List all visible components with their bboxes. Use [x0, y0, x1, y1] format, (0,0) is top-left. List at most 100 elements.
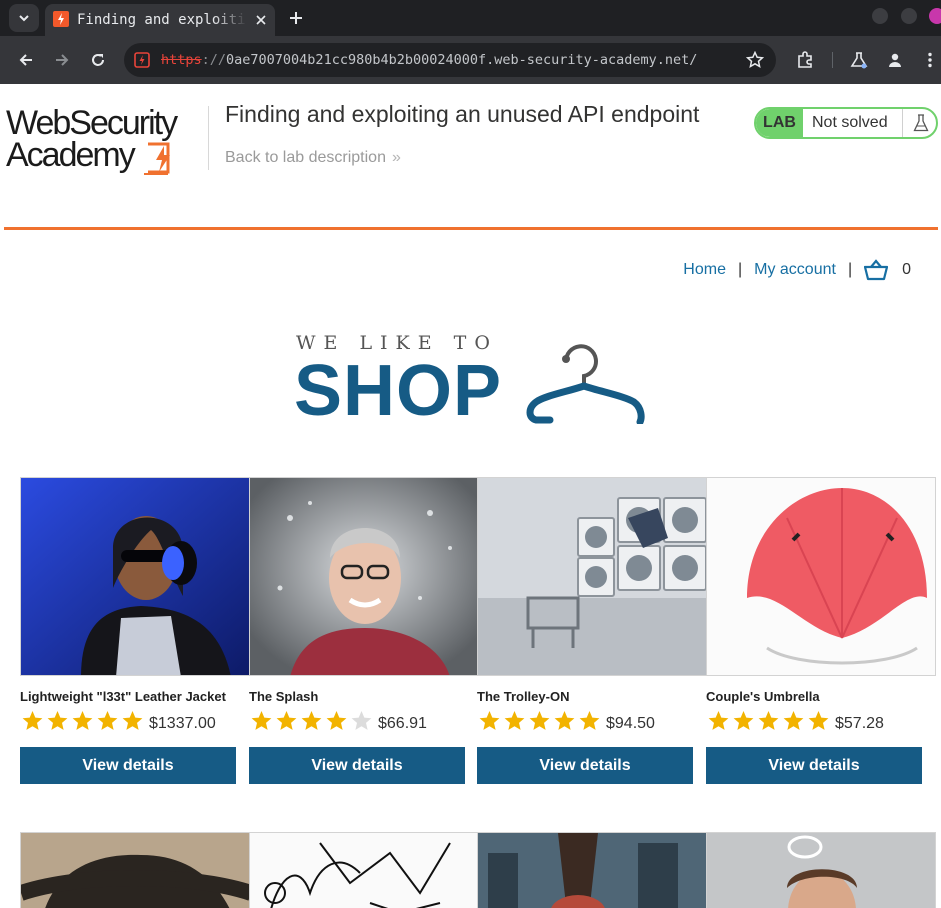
- lab-status-widget: LAB Not solved: [754, 107, 938, 139]
- lab-title: Finding and exploiting an unused API end…: [225, 101, 700, 127]
- nav-separator: |: [737, 261, 743, 278]
- product-image[interactable]: [477, 832, 707, 908]
- star-icon: [301, 711, 322, 730]
- view-details-button[interactable]: View details: [20, 747, 236, 784]
- nav-my-account-link[interactable]: My account: [754, 261, 836, 279]
- logo-text-line1: WebSecurity: [6, 104, 178, 142]
- web-security-academy-logo[interactable]: WebSecurity Academy: [4, 104, 209, 178]
- star-icon: [758, 711, 779, 730]
- banner-shop-word: SHOP: [294, 351, 503, 431]
- star-icon: [251, 711, 272, 730]
- tab-search-button[interactable]: [9, 4, 39, 32]
- url-separator: ://: [201, 52, 227, 68]
- star-icon: [733, 711, 754, 730]
- flask-icon: [902, 109, 936, 137]
- product-price: $66.91: [378, 715, 427, 732]
- star-icon: [783, 711, 804, 730]
- view-details-button[interactable]: View details: [706, 747, 922, 784]
- star-icon: [479, 711, 500, 730]
- star-icon: [504, 711, 525, 730]
- window-close-button[interactable]: [929, 8, 941, 24]
- extensions-button[interactable]: [795, 50, 815, 70]
- browser-tab[interactable]: Finding and exploiting an unused API end…: [45, 4, 275, 36]
- new-tab-button[interactable]: [284, 6, 308, 30]
- hanger-icon: [526, 344, 645, 424]
- lab-status-text: Not solved: [812, 114, 888, 131]
- star-icon: [529, 711, 550, 730]
- star-icon: [22, 711, 43, 730]
- forward-arrow-icon: [56, 54, 69, 66]
- url-text[interactable]: https://0ae7007004b21cc980b4b2b00024000f…: [161, 51, 741, 69]
- nav-home-link[interactable]: Home: [683, 261, 726, 279]
- product-image[interactable]: [20, 832, 250, 908]
- back-button[interactable]: [16, 50, 36, 70]
- product-image[interactable]: [20, 477, 250, 676]
- back-link-label: Back to lab description: [225, 149, 386, 166]
- product-name: The Splash: [249, 689, 319, 704]
- site-navigation: Home | My account | 0: [683, 258, 911, 282]
- lab-badge: LAB: [756, 109, 803, 137]
- web-page: WebSecurity Academy Finding and exploiti…: [0, 84, 941, 908]
- product-image[interactable]: [249, 477, 479, 676]
- product-image[interactable]: [706, 832, 936, 908]
- product-image[interactable]: [706, 477, 936, 676]
- star-icon: [351, 711, 372, 730]
- product-card: Lightweight "l33t" Leather Jacket $1337.…: [20, 477, 250, 787]
- reload-icon: [92, 54, 104, 66]
- star-icon: [326, 711, 347, 730]
- double-chevron-right-icon: »: [391, 149, 401, 166]
- browser-tab-bar: Finding and exploiting an unused API end…: [0, 0, 941, 36]
- not-secure-icon[interactable]: [134, 52, 150, 68]
- star-icon: [276, 711, 297, 730]
- address-bar[interactable]: https://0ae7007004b21cc980b4b2b00024000f…: [124, 43, 776, 77]
- more-menu-button[interactable]: [920, 50, 940, 70]
- lightning-favicon-icon: [53, 11, 69, 27]
- reload-button[interactable]: [88, 50, 108, 70]
- product-card: Couple's Umbrella $57.28 View details: [706, 477, 936, 787]
- window-minimize-button[interactable]: [872, 8, 888, 24]
- browser-toolbar: https://0ae7007004b21cc980b4b2b00024000f…: [0, 36, 941, 84]
- tab-title: Finding and exploiting an unused API end…: [77, 12, 247, 28]
- view-details-button[interactable]: View details: [477, 747, 693, 784]
- star-icon: [97, 711, 118, 730]
- product-rating: $66.91: [249, 709, 427, 733]
- product-image[interactable]: [477, 477, 707, 676]
- product-rating: $1337.00: [20, 709, 216, 733]
- chevron-down-icon: [19, 15, 29, 22]
- product-name: The Trolley-ON: [477, 689, 570, 704]
- toolbar-divider: [832, 52, 833, 68]
- back-arrow-icon: [19, 54, 32, 66]
- product-image[interactable]: [249, 832, 479, 908]
- star-icon: [808, 711, 829, 730]
- logo-lightning-icon: [144, 142, 170, 175]
- star-icon: [47, 711, 68, 730]
- star-icon: [72, 711, 93, 730]
- labs-button[interactable]: [849, 50, 869, 70]
- window-maximize-button[interactable]: [901, 8, 917, 24]
- bookmark-star-icon[interactable]: [746, 51, 764, 69]
- forward-button[interactable]: [52, 50, 72, 70]
- logo-divider: [208, 106, 209, 170]
- profile-icon: [889, 53, 901, 67]
- star-icon: [122, 711, 143, 730]
- nav-separator: |: [847, 261, 853, 278]
- shop-banner: WE LIKE TO SHOP: [294, 328, 654, 428]
- back-to-lab-description-link[interactable]: Back to lab description »: [225, 149, 401, 167]
- star-icon: [708, 711, 729, 730]
- product-rating: $57.28: [706, 709, 884, 733]
- cart-icon[interactable]: [864, 259, 889, 281]
- url-host: 0ae7007004b21cc980b4b2b00024000f.web-sec…: [226, 52, 698, 68]
- close-icon: [256, 15, 266, 25]
- profile-button[interactable]: [885, 50, 905, 70]
- product-card: The Splash $66.91 View details: [249, 477, 479, 787]
- product-card: The Trolley-ON $94.50 View details: [477, 477, 707, 787]
- product-price: $94.50: [606, 715, 655, 732]
- url-scheme: https: [161, 52, 202, 68]
- product-price: $57.28: [835, 715, 884, 732]
- product-name: Lightweight "l33t" Leather Jacket: [20, 689, 226, 704]
- product-price: $1337.00: [149, 715, 216, 732]
- view-details-button[interactable]: View details: [249, 747, 465, 784]
- tab-close-button[interactable]: [251, 10, 271, 30]
- plus-icon: [290, 12, 302, 24]
- extensions-icon: [798, 51, 812, 68]
